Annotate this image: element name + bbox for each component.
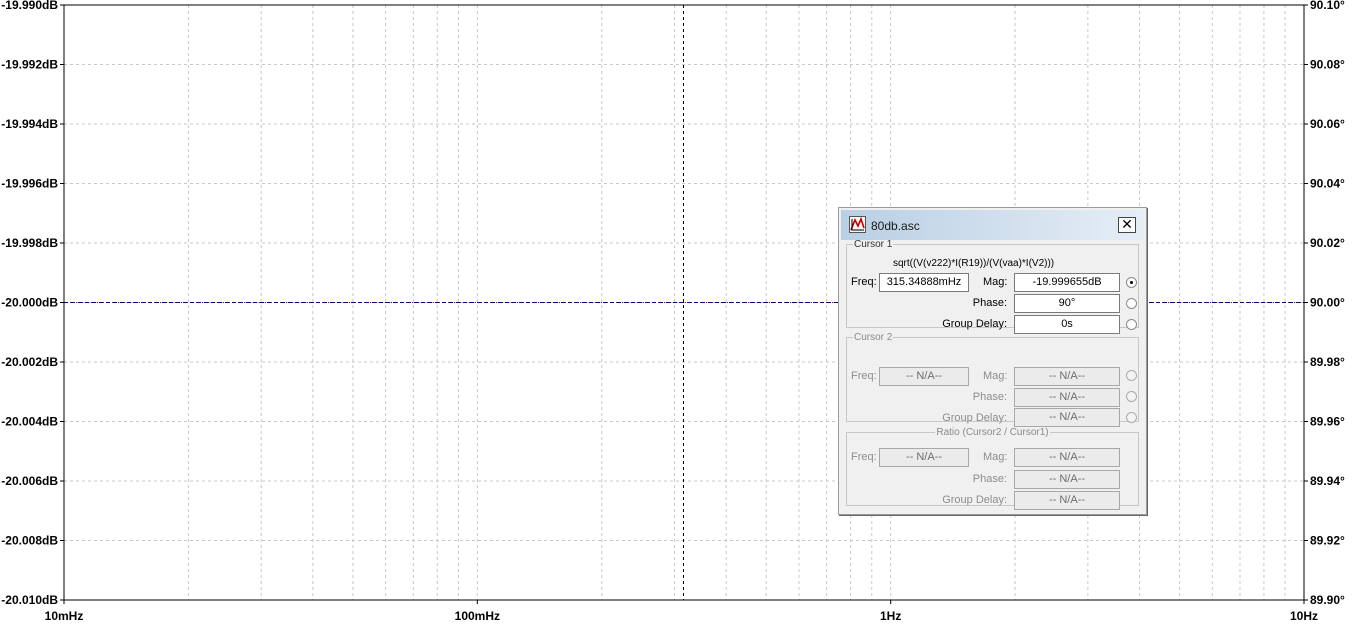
left-tick-label: -19.990dB (1, 0, 58, 12)
ratio-group: Ratio (Cursor2 / Cursor1) Freq: -- N/A--… (846, 427, 1139, 510)
cursor-1-phase-field[interactable]: 90° (1014, 294, 1120, 313)
ratio-freq-field: -- N/A-- (879, 448, 969, 467)
cursor-1-phase-radio[interactable] (1126, 298, 1137, 309)
x-tick-label: 1Hz (880, 609, 901, 623)
cursor-1-mag-field[interactable]: -19.999655dB (1014, 273, 1120, 292)
right-tick-label: 89.96° (1310, 415, 1345, 429)
right-tick-label: 90.00° (1310, 296, 1345, 310)
left-tick-label: -20.002dB (1, 355, 58, 369)
cursor-1-group-delay-label: Group Delay: (942, 318, 1007, 330)
right-tick-label: 89.92° (1310, 534, 1345, 548)
right-tick-label: 89.94° (1310, 474, 1345, 488)
left-tick-label: -19.998dB (1, 236, 58, 250)
cursor-1-mag-radio[interactable] (1126, 277, 1137, 288)
right-tick-label: 89.90° (1310, 593, 1345, 607)
ratio-mag-label: Mag: (983, 451, 1008, 463)
cursor-1-legend: Cursor 1 (854, 239, 893, 250)
cursor-1-mag-label: Mag: (983, 276, 1008, 288)
dialog-titlebar[interactable]: 80db.asc ✕ (841, 210, 1144, 240)
cursor-2-mag-radio (1126, 370, 1137, 381)
right-tick-label: 90.08° (1310, 58, 1345, 72)
cursor-2-legend: Cursor 2 (854, 332, 893, 343)
left-tick-label: -20.006dB (1, 474, 58, 488)
ratio-legend: Ratio (Cursor2 / Cursor1) (936, 427, 1049, 438)
left-tick-label: -19.994dB (1, 117, 58, 131)
cursor-2-group-delay-label: Group Delay: (942, 412, 1007, 424)
cursor-1-group-delay-radio[interactable] (1126, 319, 1137, 330)
left-tick-label: -20.008dB (1, 534, 58, 548)
cursor-2-group-delay-radio (1126, 412, 1137, 423)
ratio-group-delay-label: Group Delay: (942, 494, 1007, 506)
left-tick-label: -20.010dB (1, 593, 58, 607)
left-tick-label: -19.992dB (1, 58, 58, 72)
cursor-2-phase-radio (1126, 391, 1137, 402)
right-tick-label: 90.06° (1310, 117, 1345, 131)
left-tick-label: -19.996dB (1, 177, 58, 191)
x-tick-label: 10mHz (45, 609, 84, 623)
right-tick-label: 90.04° (1310, 177, 1345, 191)
ltspice-icon (849, 216, 866, 233)
cursor-2-group: Cursor 2 Freq: -- N/A-- Mag: -- N/A-- Ph… (846, 332, 1139, 427)
cursor-dialog[interactable]: 80db.asc ✕ Cursor 1 sqrt((V(v222)*I(R19)… (838, 207, 1147, 515)
cursor-1-group: Cursor 1 sqrt((V(v222)*I(R19))/(V(vaa)*I… (846, 239, 1139, 334)
cursor-1-phase-label: Phase: (972, 297, 1007, 309)
ratio-freq-label: Freq: (851, 451, 877, 463)
x-tick-label: 10Hz (1290, 609, 1318, 623)
cursor-1-freq-field[interactable]: 315.34888mHz (879, 273, 969, 292)
right-tick-label: 89.98° (1310, 355, 1345, 369)
left-tick-label: -20.004dB (1, 415, 58, 429)
right-tick-label: 90.02° (1310, 236, 1345, 250)
cursor-2-mag-field: -- N/A-- (1014, 367, 1120, 386)
ratio-phase-label: Phase: (972, 473, 1007, 485)
close-button[interactable]: ✕ (1118, 217, 1136, 233)
right-tick-label: 90.10° (1310, 0, 1345, 12)
cursor-2-freq-label: Freq: (851, 370, 877, 382)
cursor-2-phase-label: Phase: (972, 391, 1007, 403)
ratio-mag-field: -- N/A-- (1014, 448, 1120, 467)
cursor-2-freq-field: -- N/A-- (879, 367, 969, 386)
cursor-1-expression: sqrt((V(v222)*I(R19))/(V(vaa)*I(V2))) (893, 258, 1055, 269)
dialog-title: 80db.asc (871, 219, 920, 233)
cursor-2-mag-label: Mag: (983, 370, 1008, 382)
x-tick-label: 100mHz (455, 609, 500, 623)
cursor-2-group-delay-field: -- N/A-- (1014, 408, 1120, 427)
ratio-phase-field: -- N/A-- (1014, 470, 1120, 489)
waveform-plot[interactable]: -19.990dB -19.992dB -19.994dB -19.996dB -19.… (0, 0, 1359, 626)
cursor-2-phase-field: -- N/A-- (1014, 388, 1120, 407)
cursor-1-freq-label: Freq: (851, 276, 877, 288)
ratio-group-delay-field: -- N/A-- (1014, 491, 1120, 510)
left-tick-label: -20.000dB (1, 296, 58, 310)
